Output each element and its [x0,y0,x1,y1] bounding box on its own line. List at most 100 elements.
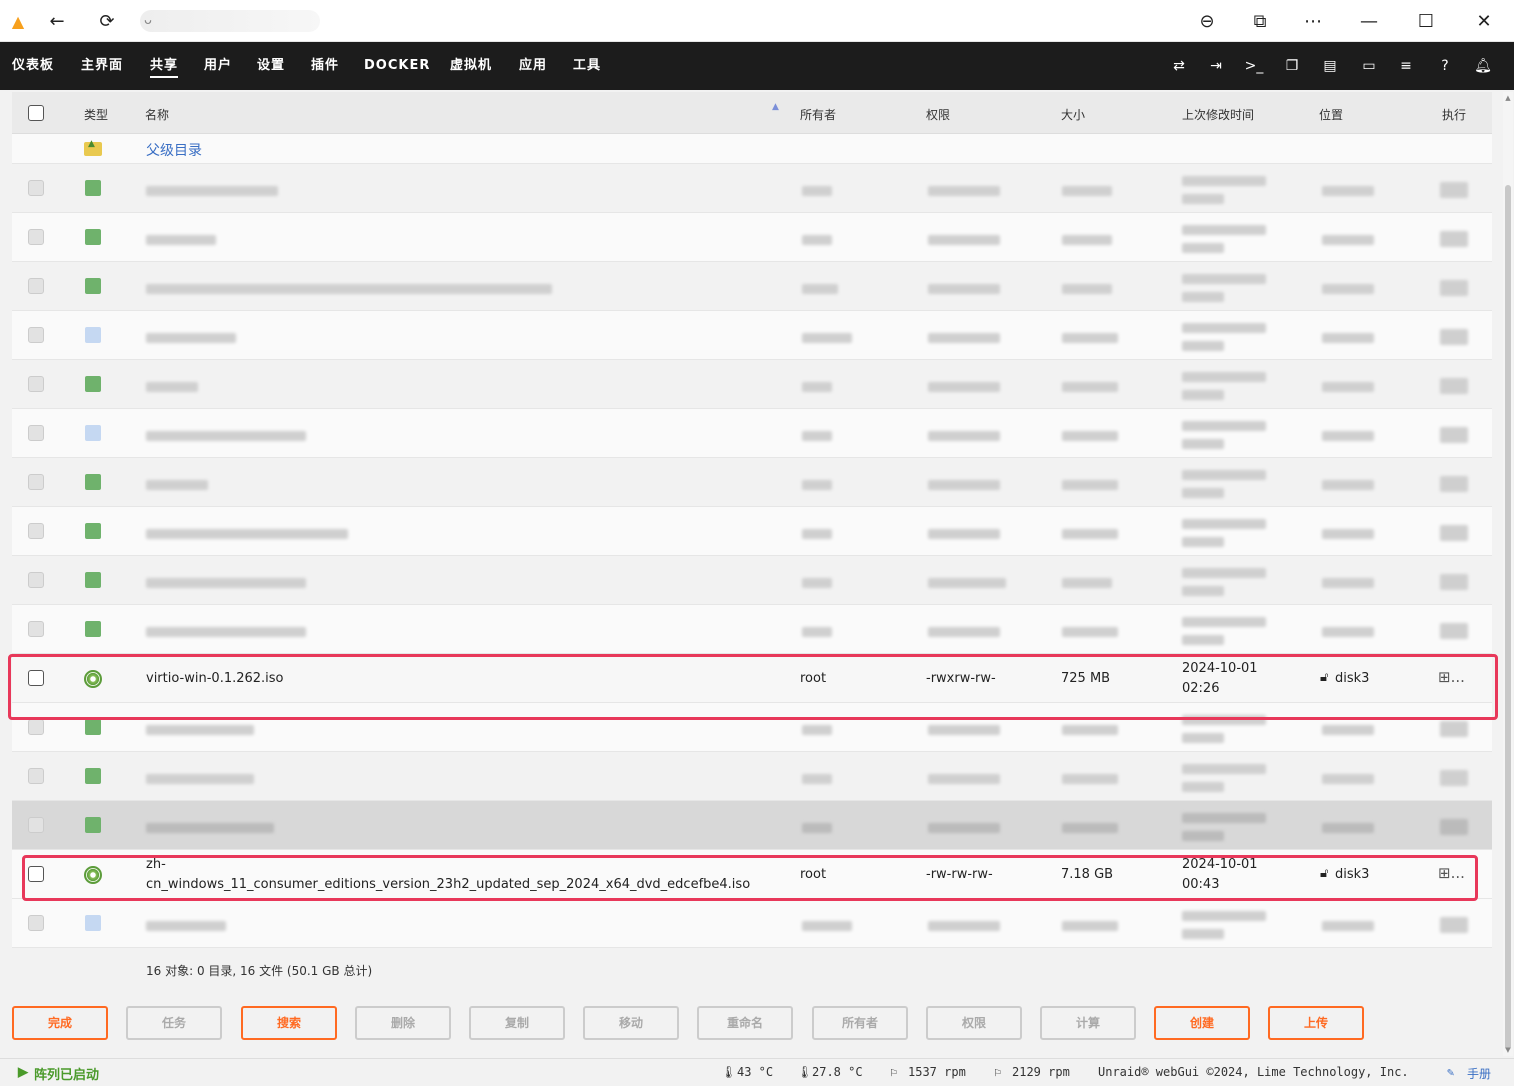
delete-button[interactable]: 删除 [355,1006,451,1040]
row-checkbox[interactable] [28,523,44,539]
nav-users[interactable]: 用户 [204,42,232,90]
sort-asc-icon[interactable]: ▲ [772,102,779,112]
table-row[interactable] [12,262,1492,311]
table-row[interactable] [12,213,1492,262]
row-checkbox[interactable] [28,719,44,735]
row-checkbox[interactable] [28,376,44,392]
col-owner[interactable]: 所有者 [800,106,836,123]
nav-dashboard[interactable]: 仪表板 [12,42,54,90]
log-icon[interactable]: ≡ [1396,56,1416,76]
scroll-up-icon[interactable]: ▲ [1503,94,1513,104]
scroll-down-icon[interactable]: ▼ [1503,1046,1513,1056]
tasks-button[interactable]: 任务 [126,1006,222,1040]
copyright-text: Unraid® webGui ©2024, Lime Technology, I… [1098,1065,1409,1079]
nav-docker[interactable]: DOCKER [364,42,430,90]
row-checkbox[interactable] [28,229,44,245]
table-row[interactable] [12,801,1492,850]
table-row[interactable] [12,752,1492,801]
monitor-icon[interactable]: ▭ [1359,56,1379,76]
create-button[interactable]: 创建 [1154,1006,1250,1040]
row-checkbox[interactable] [28,817,44,833]
copy-window-icon[interactable]: ❐ [1282,56,1302,76]
col-permissions[interactable]: 权限 [926,106,950,123]
manual-link[interactable]: 手册 [1467,1065,1491,1082]
zoom-icon[interactable]: ⊖ [1195,9,1219,33]
move-button[interactable]: 移动 [583,1006,679,1040]
table-row[interactable] [12,556,1492,605]
row-checkbox[interactable] [28,768,44,784]
table-row[interactable] [12,311,1492,360]
nav-shares[interactable]: 共享 [150,42,179,90]
help-icon[interactable]: ? [1435,56,1455,76]
col-location[interactable]: 位置 [1319,106,1343,123]
file-icon [85,229,101,245]
table-header: 类型 名称 ▲ 所有者 权限 大小 上次修改时间 位置 执行 [12,92,1492,134]
parent-dir-link[interactable]: 父级目录 [146,140,202,160]
close-icon[interactable]: ✕ [1472,9,1496,33]
row-checkbox[interactable] [28,621,44,637]
row-checkbox[interactable] [28,180,44,196]
file-icon [85,817,101,833]
nav-vms[interactable]: 虚拟机 [450,42,492,90]
file-icon [85,278,101,294]
table-row[interactable] [12,899,1492,948]
nav-plugins[interactable]: 插件 [311,42,339,90]
bell-icon[interactable]: 🔔︎ [1473,56,1493,76]
table-row[interactable] [12,360,1492,409]
fan-icon: ⚐ [890,1065,898,1079]
table-row[interactable] [12,605,1492,654]
upload-button[interactable]: 上传 [1268,1006,1364,1040]
select-all-checkbox[interactable] [28,105,44,121]
nav-tools[interactable]: 工具 [573,42,601,90]
col-name[interactable]: 名称 [145,106,169,123]
row-checkbox[interactable] [28,327,44,343]
search-button[interactable]: 搜索 [241,1006,337,1040]
back-arrow-icon[interactable]: ← [45,9,69,33]
terminal-icon[interactable]: >_ [1244,56,1264,76]
permissions-button[interactable]: 权限 [926,1006,1022,1040]
logout-icon[interactable]: ⇥ [1206,56,1226,76]
nav-apps[interactable]: 应用 [519,42,547,90]
cpu-temp: 43 °C [737,1065,774,1079]
col-type[interactable]: 类型 [84,106,108,123]
file-icon [85,425,101,441]
row-checkbox[interactable] [28,425,44,441]
file-icon [85,523,101,539]
manual-icon[interactable]: ✎ [1447,1065,1454,1079]
row-checkbox[interactable] [28,915,44,931]
rename-button[interactable]: 重命名 [697,1006,793,1040]
table-row[interactable] [12,164,1492,213]
table-row[interactable] [12,458,1492,507]
calculate-button[interactable]: 计算 [1040,1006,1136,1040]
reader-mode-icon[interactable]: ⧉ [1248,9,1272,33]
address-bar[interactable]: ᴗ [140,10,320,32]
reload-icon[interactable]: ⟳ [95,9,119,33]
scrollbar-thumb[interactable] [1505,185,1511,1050]
more-icon[interactable]: ⋯ [1301,9,1325,33]
file-icon [85,572,101,588]
done-button[interactable]: 完成 [12,1006,108,1040]
col-size[interactable]: 大小 [1061,106,1085,123]
copy-button[interactable]: 复制 [469,1006,565,1040]
browser-titlebar: ▲ ← ⟳ ᴗ ⊖ ⧉ ⋯ — ☐ ✕ [0,0,1514,42]
thermometer-icon: 🌡︎ [721,1065,737,1079]
switch-icon[interactable]: ⇄ [1169,56,1189,76]
row-checkbox[interactable] [28,572,44,588]
fan-icon: ⚐ [994,1065,1002,1079]
board-temp: 27.8 °C [812,1065,863,1079]
col-action[interactable]: 执行 [1442,106,1466,123]
notes-icon[interactable]: ▤ [1320,56,1340,76]
nav-main[interactable]: 主界面 [81,42,123,90]
maximize-icon[interactable]: ☐ [1414,9,1438,33]
owner-button[interactable]: 所有者 [812,1006,908,1040]
row-checkbox[interactable] [28,474,44,490]
nav-settings[interactable]: 设置 [257,42,285,90]
table-row[interactable] [12,507,1492,556]
row-checkbox[interactable] [28,278,44,294]
parent-dir-row[interactable]: 父级目录 [12,134,1492,164]
minimize-icon[interactable]: — [1357,9,1381,33]
table-row[interactable] [12,409,1492,458]
main-nav: 仪表板 主界面 共享 用户 设置 插件 DOCKER 虚拟机 应用 工具 ⇄ ⇥… [0,42,1514,90]
thermometer-icon: 🌡︎ [797,1065,813,1079]
col-modified[interactable]: 上次修改时间 [1182,106,1254,123]
